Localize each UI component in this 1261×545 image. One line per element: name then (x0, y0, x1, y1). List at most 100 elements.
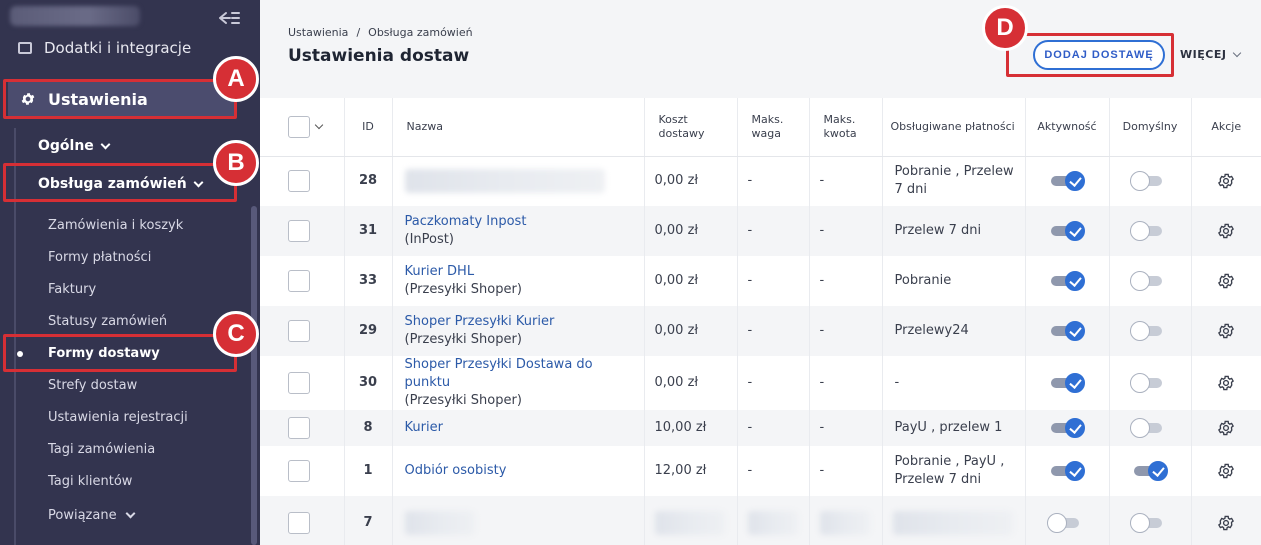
active-toggle[interactable] (1051, 372, 1085, 393)
chevron-down-icon (1233, 48, 1242, 57)
active-toggle[interactable] (1051, 170, 1085, 191)
row-checkbox[interactable] (288, 270, 310, 292)
column-header-id[interactable]: ID (344, 98, 393, 157)
breadcrumb: Ustawienia / Obsługa zamówień (288, 26, 473, 39)
active-toggle[interactable] (1051, 417, 1085, 438)
table-row[interactable]: 8 Kurier 10,00 zł - - PayU , przelew 1 (260, 410, 1261, 446)
sidebar-leaf-related[interactable]: Powiązane (48, 505, 136, 525)
sidebar-leaf-invoices[interactable]: Faktury (48, 279, 96, 299)
row-active-cell (1025, 446, 1110, 496)
chevron-down-icon[interactable] (314, 120, 324, 129)
row-name-cell: Shoper Przesyłki Dostawa do punktu (Przes… (392, 356, 645, 410)
collapse-sidebar-icon[interactable] (218, 10, 240, 26)
column-header-name[interactable]: Nazwa (392, 98, 645, 157)
row-default-cell (1109, 156, 1192, 206)
row-payments: PayU , przelew 1 (882, 410, 1026, 446)
more-menu-button[interactable]: WIĘCEJ (1180, 48, 1242, 61)
sidebar-top (0, 0, 260, 34)
delivery-name-link[interactable]: Kurier DHL (405, 263, 634, 281)
settings-gear-icon[interactable] (1217, 323, 1235, 338)
default-toggle[interactable] (1130, 220, 1166, 241)
settings-gear-icon[interactable] (1217, 375, 1235, 390)
sidebar-scrollbar[interactable] (251, 206, 257, 545)
row-checkbox[interactable] (288, 220, 310, 242)
select-all-checkbox[interactable] (288, 115, 310, 138)
row-payments (882, 496, 1026, 545)
page-title: Ustawienia dostaw (288, 46, 470, 66)
sidebar-item-addons[interactable]: Dodatki i integracje (18, 36, 191, 60)
settings-gear-icon[interactable] (1217, 273, 1235, 288)
sidebar-leaf-customer-tags[interactable]: Tagi klientów (48, 471, 132, 491)
settings-gear-icon[interactable] (1217, 173, 1235, 189)
row-id: 7 (344, 496, 393, 545)
row-id: 31 (344, 206, 393, 256)
row-name-cell: Shoper Przesyłki Kurier (Przesyłki Shoper… (392, 306, 645, 356)
row-select-cell (260, 306, 345, 356)
column-header-cost[interactable]: Koszt dostawy (644, 98, 738, 157)
row-actions-cell (1191, 256, 1261, 306)
sidebar-leaf-order-statuses[interactable]: Statusy zamówień (48, 311, 167, 331)
row-checkbox[interactable] (288, 170, 310, 193)
chevron-down-icon (100, 139, 111, 149)
sidebar-leaf-delivery-zones[interactable]: Strefy dostaw (48, 375, 137, 395)
active-toggle[interactable] (1047, 512, 1083, 533)
table-row[interactable]: 29 Shoper Przesyłki Kurier (Przesyłki Shop… (260, 306, 1261, 356)
row-active-cell (1025, 156, 1110, 206)
default-toggle[interactable] (1134, 460, 1168, 481)
active-toggle[interactable] (1051, 460, 1085, 481)
breadcrumb-item[interactable]: Obsługa zamówień (368, 26, 472, 39)
sidebar-leaf-registration-settings[interactable]: Ustawienia rejestracji (48, 407, 188, 427)
row-payments: - (882, 356, 1026, 410)
column-header-max-weight[interactable]: Maks. waga (737, 98, 810, 157)
sidebar-leaf-order-tags[interactable]: Tagi zamówienia (48, 439, 155, 459)
breadcrumb-separator: / (356, 26, 361, 39)
row-cost: 0,00 zł (644, 306, 738, 356)
table-row[interactable]: 31 Paczkomaty Inpost (InPost) 0,00 zł - - Prze… (260, 206, 1261, 256)
row-cost (644, 496, 738, 545)
settings-gear-icon[interactable] (1217, 515, 1235, 530)
active-toggle[interactable] (1051, 270, 1085, 291)
default-toggle[interactable] (1130, 170, 1166, 191)
row-checkbox[interactable] (288, 320, 310, 342)
row-max-weight (737, 496, 810, 545)
row-checkbox[interactable] (288, 372, 310, 394)
row-id: 1 (344, 446, 393, 496)
delivery-name-link[interactable]: Odbiór osobisty (405, 462, 634, 480)
chevron-down-icon (125, 508, 136, 518)
column-header-default[interactable]: Domyślny (1109, 98, 1192, 157)
breadcrumb-item[interactable]: Ustawienia (288, 26, 348, 39)
annotation-box-c (3, 334, 237, 372)
row-active-cell (1025, 256, 1110, 306)
blurred-value (747, 511, 798, 535)
sidebar-sub-general[interactable]: Ogólne (38, 134, 111, 158)
column-header-max-amount[interactable]: Maks. kwota (809, 98, 883, 157)
row-id: 33 (344, 256, 393, 306)
active-toggle[interactable] (1051, 220, 1085, 241)
default-toggle[interactable] (1130, 320, 1166, 341)
settings-gear-icon[interactable] (1217, 420, 1235, 435)
delivery-name-link[interactable]: Shoper Przesyłki Dostawa do punktu (405, 356, 634, 392)
default-toggle[interactable] (1130, 417, 1166, 438)
active-toggle[interactable] (1051, 320, 1085, 341)
settings-gear-icon[interactable] (1217, 223, 1235, 238)
table-row[interactable]: 30 Shoper Przesyłki Dostawa do punktu (Prz… (260, 356, 1261, 410)
default-toggle[interactable] (1130, 372, 1166, 393)
column-header-active[interactable]: Aktywność (1025, 98, 1110, 157)
row-max-amount: - (809, 256, 883, 306)
settings-gear-icon[interactable] (1217, 463, 1235, 478)
table-row[interactable]: 1 Odbiór osobisty 12,00 zł - - Pobranie , Pay… (260, 446, 1261, 496)
sidebar-leaf-payment-methods[interactable]: Formy płatności (48, 247, 151, 267)
row-checkbox[interactable] (288, 512, 310, 534)
delivery-name-link[interactable]: Shoper Przesyłki Kurier (405, 313, 634, 331)
delivery-table-section: ID Nazwa Koszt dostawy Maks. waga Maks. … (260, 98, 1261, 545)
default-toggle[interactable] (1130, 270, 1166, 291)
table-row[interactable]: 33 Kurier DHL (Przesyłki Shoper) 0,00 zł - - P… (260, 256, 1261, 306)
delivery-name-link[interactable]: Paczkomaty Inpost (405, 213, 634, 231)
row-checkbox[interactable] (288, 417, 310, 439)
row-checkbox[interactable] (288, 460, 310, 482)
table-row[interactable]: 28 0,00 zł - - Pobranie , Przelew 7 dni (260, 156, 1261, 206)
delivery-name-link[interactable]: Kurier (405, 419, 634, 437)
sidebar-leaf-orders-cart[interactable]: Zamówienia i koszyk (48, 215, 183, 235)
default-toggle[interactable] (1130, 512, 1166, 533)
table-row[interactable]: 7 (260, 496, 1261, 545)
